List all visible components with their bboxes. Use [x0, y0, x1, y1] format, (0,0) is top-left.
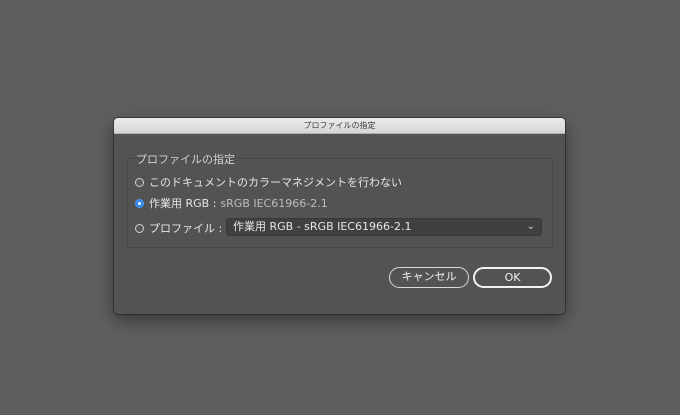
- chevron-down-icon: ⌄: [526, 221, 535, 232]
- desktop-background: プロファイルの指定 プロファイルの指定 このドキュメントのカラーマネジメントを行…: [0, 0, 680, 415]
- radio-label: プロファイル :: [149, 222, 223, 235]
- radio-button[interactable]: [135, 223, 144, 233]
- radio-button-selected[interactable]: [135, 198, 144, 208]
- radio-working-rgb[interactable]: 作業用 RGB : sRGB IEC61966-2.1: [135, 195, 328, 211]
- working-rgb-value: sRGB IEC61966-2.1: [220, 196, 328, 210]
- radio-label: このドキュメントのカラーマネジメントを行わない: [149, 176, 402, 189]
- group-title: プロファイルの指定: [136, 153, 235, 166]
- radio-label: 作業用 RGB :: [149, 197, 217, 210]
- cancel-button[interactable]: キャンセル: [389, 267, 469, 288]
- radio-no-color-management[interactable]: このドキュメントのカラーマネジメントを行わない: [135, 174, 402, 190]
- profile-select[interactable]: 作業用 RGB - sRGB IEC61966-2.1 ⌄: [226, 218, 542, 236]
- radio-profile[interactable]: プロファイル :: [135, 220, 222, 236]
- ok-button[interactable]: OK: [473, 267, 552, 288]
- radio-button[interactable]: [135, 177, 144, 187]
- dialog-title: プロファイルの指定: [114, 118, 565, 134]
- profile-select-value: 作業用 RGB - sRGB IEC61966-2.1: [233, 220, 412, 233]
